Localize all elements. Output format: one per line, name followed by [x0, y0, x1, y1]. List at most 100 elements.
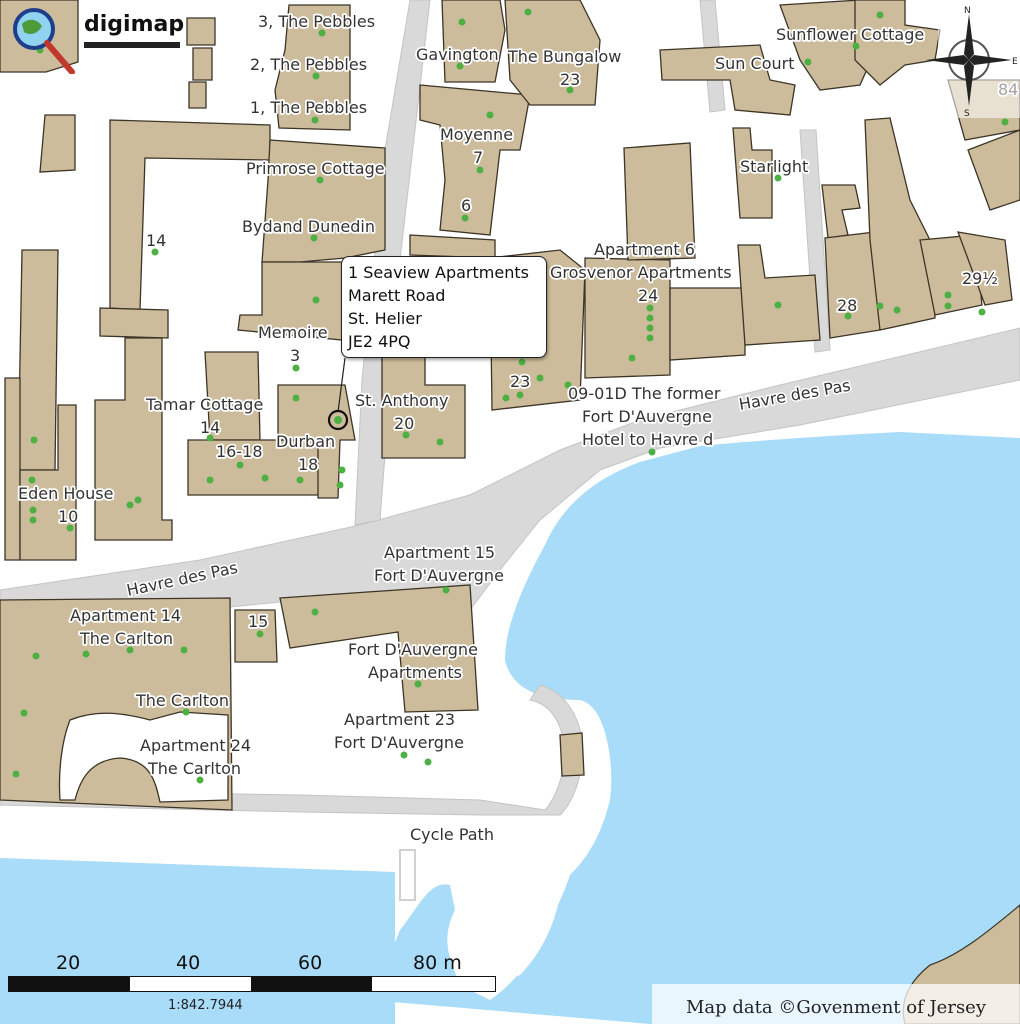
tree	[646, 314, 654, 322]
label-durban-number: 18	[298, 455, 318, 474]
label-apartment-6: Apartment 6	[594, 240, 695, 259]
tree	[180, 646, 188, 654]
scale-bar-track	[8, 976, 496, 992]
scale-tick-20: 20	[56, 952, 81, 974]
tree	[876, 302, 884, 310]
popup-line-1: 1 Seaview Apartments	[348, 263, 529, 282]
tree	[646, 304, 654, 312]
building	[17, 249, 59, 471]
label-memoire-number: 3	[290, 346, 300, 365]
tree	[1001, 118, 1009, 126]
tree	[236, 461, 244, 469]
tree	[29, 516, 37, 524]
tree	[292, 364, 300, 372]
label-moyenne: Moyenne	[440, 125, 513, 144]
label-number-24: 24	[638, 286, 658, 305]
slipway	[399, 849, 416, 901]
tree	[336, 481, 344, 489]
label-number-6: 6	[461, 196, 471, 215]
tree	[292, 394, 300, 402]
tree	[524, 8, 532, 16]
label-tamar-number: 14	[200, 418, 220, 437]
scale-tick-40: 40	[176, 952, 201, 974]
tree	[944, 302, 952, 310]
map-viewer[interactable]: Havre des Pas Havre des Pas Cycle Path 3…	[0, 0, 1020, 1024]
map-canvas[interactable]: Havre des Pas Havre des Pas Cycle Path 3…	[0, 0, 1020, 1024]
compass-east: E	[1012, 57, 1018, 67]
tree	[944, 291, 952, 299]
tree	[458, 18, 466, 26]
tree	[774, 301, 782, 309]
location-marker-center	[334, 416, 342, 424]
tree	[646, 324, 654, 332]
label-primrose-cottage: Primrose Cottage	[246, 159, 385, 178]
scale-tick-60: 60	[298, 952, 323, 974]
tree	[32, 652, 40, 660]
tree	[29, 506, 37, 514]
building	[186, 17, 216, 46]
building	[99, 307, 169, 339]
label-former-fort-dauvergne-3: Hotel to Havre d	[582, 430, 713, 449]
tree	[442, 586, 450, 594]
label-the-carlton: The Carlton	[135, 691, 229, 710]
label-grosvenor-apartments: Grosvenor Apartments	[550, 263, 732, 282]
label-sunflower-cottage: Sunflower Cottage	[776, 25, 924, 44]
tree	[256, 630, 264, 638]
label-gavington: Gavington	[416, 45, 499, 64]
building	[188, 81, 207, 109]
tree	[628, 354, 636, 362]
tree	[436, 438, 444, 446]
building	[559, 732, 585, 777]
tree	[82, 650, 90, 658]
tree	[516, 391, 524, 399]
label-apartment-14-carlton: The Carlton	[79, 629, 173, 648]
label-sun-court: Sun Court	[715, 54, 794, 73]
tree	[311, 608, 319, 616]
label-st-anthony: St. Anthony	[355, 391, 449, 410]
popup-line-4: JE2 4PQ	[348, 332, 411, 351]
tree	[296, 476, 304, 484]
compass-south: S	[964, 109, 970, 118]
label-the-bungalow: The Bungalow	[507, 47, 621, 66]
label-number-28: 28	[837, 296, 857, 315]
label-16-18: 16-18	[216, 442, 263, 461]
label-eden-number: 10	[58, 507, 78, 526]
label-1-the-pebbles: 1, The Pebbles	[250, 98, 367, 117]
label-3-the-pebbles: 3, The Pebbles	[258, 12, 375, 31]
label-former-fort-dauvergne-1: 09-01D The former	[568, 384, 721, 403]
building	[669, 287, 746, 361]
label-apartment-23-fort: Fort D'Auvergne	[334, 733, 464, 752]
label-apartment-24: Apartment 24	[140, 736, 251, 755]
label-apartment-15: Apartment 15	[384, 543, 495, 562]
scale-segment	[9, 977, 130, 991]
label-number-29-half: 29½	[962, 269, 998, 288]
tree	[30, 436, 38, 444]
tree	[978, 308, 986, 316]
label-apartment-24-carlton: The Carlton	[147, 759, 241, 778]
label-apartment-14: Apartment 14	[70, 606, 181, 625]
scale-bar: 20 40 60 80 m 1:842.7944	[8, 952, 498, 1016]
tree	[400, 751, 408, 759]
tree	[486, 111, 494, 119]
compass-north: N	[964, 6, 971, 16]
north-arrow-compass-icon: N S W E	[926, 2, 1020, 118]
label-memoire: Memoire	[258, 323, 328, 342]
label-fort-dauvergne-apartments-2: Apartments	[368, 663, 462, 682]
label-fort-dauvergne-apartments-1: Fort D'Auvergne	[348, 640, 478, 659]
tree	[424, 758, 432, 766]
tree	[312, 296, 320, 304]
label-number-15: 15	[248, 612, 268, 631]
tree	[20, 709, 28, 717]
digimap-logo[interactable]: digimap	[6, 4, 184, 75]
label-eden-house: Eden House	[18, 484, 113, 503]
tree	[648, 448, 656, 456]
tree	[646, 334, 654, 342]
label-number-23: 23	[510, 372, 530, 391]
label-apartment-15-fort: Fort D'Auvergne	[374, 566, 504, 585]
attribution-panel: Map data ©Govenment of Jersey	[652, 984, 1020, 1024]
tree	[261, 474, 269, 482]
address-popup[interactable]: 1 Seaview Apartments Marett Road St. Hel…	[341, 256, 547, 358]
tree	[12, 770, 20, 778]
label-2-the-pebbles: 2, The Pebbles	[250, 55, 367, 74]
tree	[518, 358, 526, 366]
